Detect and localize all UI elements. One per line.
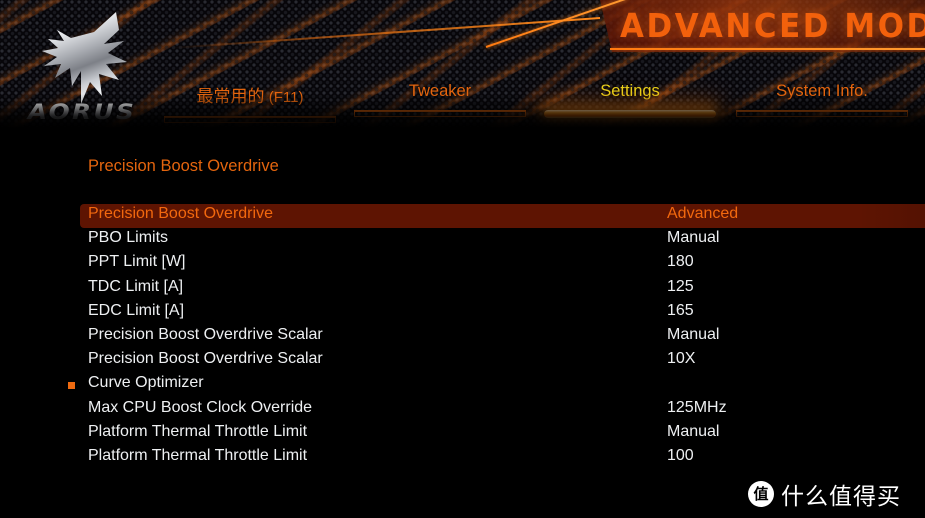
settings-row[interactable]: Platform Thermal Throttle Limit Manual — [0, 422, 925, 446]
settings-row[interactable]: Curve Optimizer — [0, 373, 925, 397]
settings-row-label: Precision Boost Overdrive Scalar — [88, 350, 323, 368]
header-bottom-fade — [0, 94, 925, 128]
settings-row[interactable]: Platform Thermal Throttle Limit 100 — [0, 446, 925, 470]
settings-row-label: EDC Limit [A] — [88, 301, 185, 319]
settings-row-label: Precision Boost Overdrive — [88, 205, 273, 222]
watermark-label: 什么值得买 — [781, 484, 901, 510]
settings-row[interactable]: PPT Limit [W] 180 — [0, 252, 925, 276]
smzdm-badge-icon: 值 — [748, 481, 774, 507]
settings-row-label: Precision Boost Overdrive Scalar — [88, 325, 323, 343]
settings-row-label: TDC Limit [A] — [88, 277, 184, 295]
submenu-bullet-icon — [68, 382, 75, 390]
header-banner: ADVANCED MODE AORUS — [0, 0, 925, 128]
settings-row-value[interactable]: 180 — [667, 253, 694, 271]
settings-list: Precision Boost Overdrive Advanced PBO Lim… — [0, 204, 925, 470]
settings-row[interactable]: Precision Boost Overdrive Advanced — [80, 204, 925, 229]
header-horizontal-accent-line — [610, 48, 925, 50]
page-title: Precision Boost Overdrive — [88, 157, 279, 175]
advanced-mode-title: ADVANCED MODE — [620, 6, 925, 45]
settings-row-label: Platform Thermal Throttle Limit — [88, 446, 308, 464]
settings-row[interactable]: Max CPU Boost Clock Override 125MHz — [0, 398, 925, 422]
settings-row-value[interactable]: 165 — [667, 302, 694, 320]
settings-row-value[interactable]: 125MHz — [667, 399, 727, 417]
settings-row-value[interactable]: Manual — [667, 229, 719, 247]
settings-row[interactable]: Precision Boost Overdrive Scalar Manual — [0, 325, 925, 349]
bios-advanced-mode-screen: ADVANCED MODE AORUS — [0, 0, 925, 518]
settings-row-label: Max CPU Boost Clock Override — [88, 398, 313, 416]
watermark: 值 什么值得买 — [748, 477, 901, 511]
aorus-falcon-icon — [42, 12, 127, 104]
settings-row[interactable]: EDC Limit [A] 165 — [0, 301, 925, 325]
settings-row[interactable]: TDC Limit [A] 125 — [0, 277, 925, 301]
settings-row-value[interactable]: Manual — [667, 326, 719, 344]
settings-row-label: PPT Limit [W] — [88, 253, 186, 271]
settings-content-panel: Precision Boost Overdrive Precision Boos… — [0, 128, 925, 518]
settings-row-label: PBO Limits — [88, 229, 169, 247]
settings-row-value[interactable]: 100 — [667, 447, 694, 465]
settings-row[interactable]: Precision Boost Overdrive Scalar 10X — [0, 349, 925, 373]
settings-row-value[interactable]: Advanced — [667, 205, 738, 223]
settings-row-value[interactable]: 10X — [667, 350, 695, 368]
settings-row-value[interactable]: 125 — [667, 278, 694, 296]
settings-row-value[interactable]: Manual — [667, 423, 719, 441]
settings-row-label: Platform Thermal Throttle Limit — [88, 422, 308, 440]
settings-row[interactable]: PBO Limits Manual — [0, 228, 925, 252]
settings-row-label: Curve Optimizer — [88, 374, 204, 392]
